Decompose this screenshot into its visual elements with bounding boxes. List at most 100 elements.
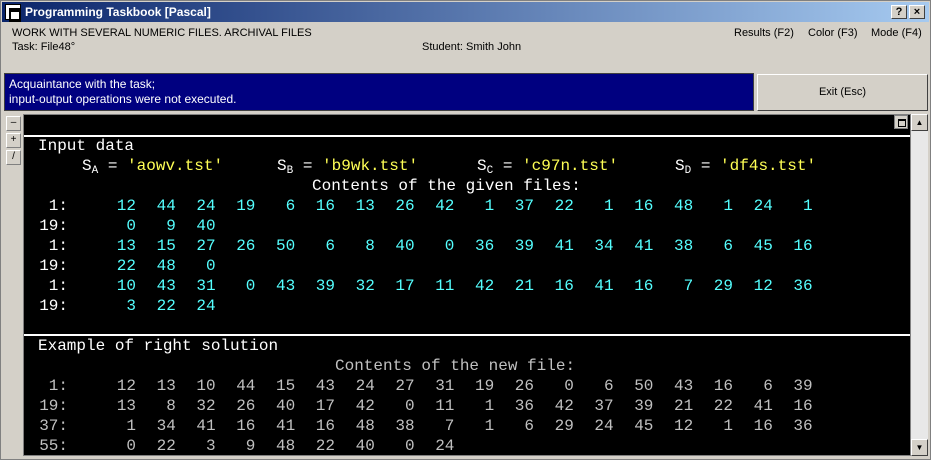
value-cell: 32 (355, 277, 375, 295)
value-cell: 36 (793, 417, 813, 435)
value-cell: 0 (564, 377, 574, 395)
window-title: Programming Taskbook [Pascal] (25, 5, 211, 19)
main-window: Programming Taskbook [Pascal] ? × WORK W… (0, 0, 931, 460)
value-cell: 7 (444, 417, 455, 435)
file-name-c: SC = 'c97n.tst' (477, 156, 618, 178)
value-cell: 48 (355, 417, 375, 435)
value-cell: 43 (156, 277, 176, 295)
value-cell: 42 (355, 397, 375, 415)
value-cell: 36 (514, 397, 534, 415)
value-cell: 41 (554, 237, 574, 255)
value-cell: 17 (315, 397, 335, 415)
value-cell: 12 (673, 417, 694, 435)
value-cell: 1 (723, 417, 733, 435)
value-cell: 16 (554, 277, 574, 295)
scroll-up-arrow-icon[interactable]: ▲ (911, 114, 928, 131)
status-panel: Acquaintance with the task; input-output… (4, 73, 754, 111)
toggle-button[interactable]: / (6, 150, 21, 165)
value-cell: 1 (484, 417, 495, 435)
title-bar[interactable]: Programming Taskbook [Pascal] ? × (2, 2, 929, 22)
value-cell: 1 (802, 197, 813, 215)
row-index-label: 1: (48, 377, 68, 395)
row-index-label: 19: (39, 257, 68, 275)
value-cell: 22 (315, 437, 335, 455)
value-cell: 24 (594, 417, 614, 435)
value-cell: 16 (634, 197, 654, 215)
close-button[interactable]: × (909, 5, 925, 19)
value-cell: 8 (166, 397, 176, 415)
file-var-subscript: B (286, 165, 294, 177)
results-button[interactable]: Results (F2) (734, 27, 794, 39)
value-cell: 24 (196, 197, 216, 215)
mode-button[interactable]: Mode (F4) (871, 27, 922, 39)
value-cell: 6 (524, 417, 534, 435)
value-cell: 1 (484, 397, 495, 415)
expand-button[interactable]: + (6, 133, 21, 148)
value-cell: 26 (236, 397, 256, 415)
value-cell: 0 (126, 437, 136, 455)
file-equals: = (493, 157, 523, 175)
input-data-title: Input data (38, 137, 135, 155)
value-cell: 34 (594, 237, 614, 255)
value-cell: 16 (236, 417, 256, 435)
value-cell: 22 (156, 297, 176, 315)
value-cell: 16 (713, 377, 733, 395)
value-cell: 42 (554, 397, 574, 415)
maximize-icon[interactable] (894, 115, 908, 129)
value-cell: 26 (514, 377, 534, 395)
file-var-letter: S (675, 157, 685, 175)
value-cell: 10 (116, 277, 136, 295)
value-cell: 41 (196, 417, 216, 435)
value-cell: 3 (126, 297, 136, 315)
value-cell: 7 (683, 277, 694, 295)
value-cell: 31 (435, 377, 455, 395)
value-cell: 9 (245, 437, 256, 455)
value-cell: 41 (753, 397, 773, 415)
row-index-label: 1: (48, 237, 68, 255)
value-cell: 22 (713, 397, 733, 415)
value-cell: 48 (673, 197, 694, 215)
file-name-value: 'df4s.tst' (720, 157, 817, 175)
value-cell: 6 (763, 377, 773, 395)
task-heading: WORK WITH SEVERAL NUMERIC FILES. ARCHIVA… (12, 27, 312, 39)
color-button[interactable]: Color (F3) (808, 27, 858, 39)
value-cell: 42 (435, 197, 455, 215)
exit-button[interactable]: Exit (Esc) (757, 74, 928, 111)
value-cell: 29 (713, 277, 733, 295)
value-cell: 6 (325, 237, 335, 255)
row-index-label: 19: (39, 217, 68, 235)
value-cell: 0 (126, 217, 136, 235)
value-cell: 15 (156, 237, 176, 255)
help-button[interactable]: ? (891, 5, 907, 19)
collapse-button[interactable]: – (6, 116, 21, 131)
given-files-heading: Contents of the given files: (312, 177, 581, 195)
value-cell: 37 (514, 197, 534, 215)
value-cell: 26 (395, 197, 415, 215)
value-cell: 13 (156, 377, 176, 395)
value-cell: 15 (275, 377, 296, 395)
value-cell: 24 (196, 297, 216, 315)
file-equals: = (293, 157, 323, 175)
value-cell: 48 (275, 437, 296, 455)
file-name-d: SD = 'df4s.tst' (675, 156, 816, 178)
row-index-label: 19: (39, 297, 68, 315)
vertical-scrollbar[interactable]: ▲ ▼ (911, 114, 928, 456)
value-cell: 19 (474, 377, 495, 395)
value-cell: 45 (634, 417, 654, 435)
value-cell: 16 (315, 197, 335, 215)
status-line-1: Acquaintance with the task; (9, 77, 156, 91)
value-cell: 48 (156, 257, 176, 275)
file-name-b: SB = 'b9wk.tst' (277, 156, 418, 178)
value-cell: 0 (444, 237, 455, 255)
scroll-down-arrow-icon[interactable]: ▼ (911, 439, 928, 456)
value-cell: 34 (156, 417, 176, 435)
value-cell: 13 (116, 397, 136, 415)
output-console: Input data SA = 'aowv.tst' SB = 'b9wk.tst… (23, 114, 911, 456)
new-file-heading: Contents of the new file: (335, 357, 576, 375)
file-name-value: 'b9wk.tst' (322, 157, 419, 175)
value-cell: 44 (236, 377, 256, 395)
value-cell: 24 (355, 377, 375, 395)
value-cell: 39 (315, 277, 335, 295)
top-divider (24, 135, 910, 137)
value-cell: 38 (395, 417, 415, 435)
